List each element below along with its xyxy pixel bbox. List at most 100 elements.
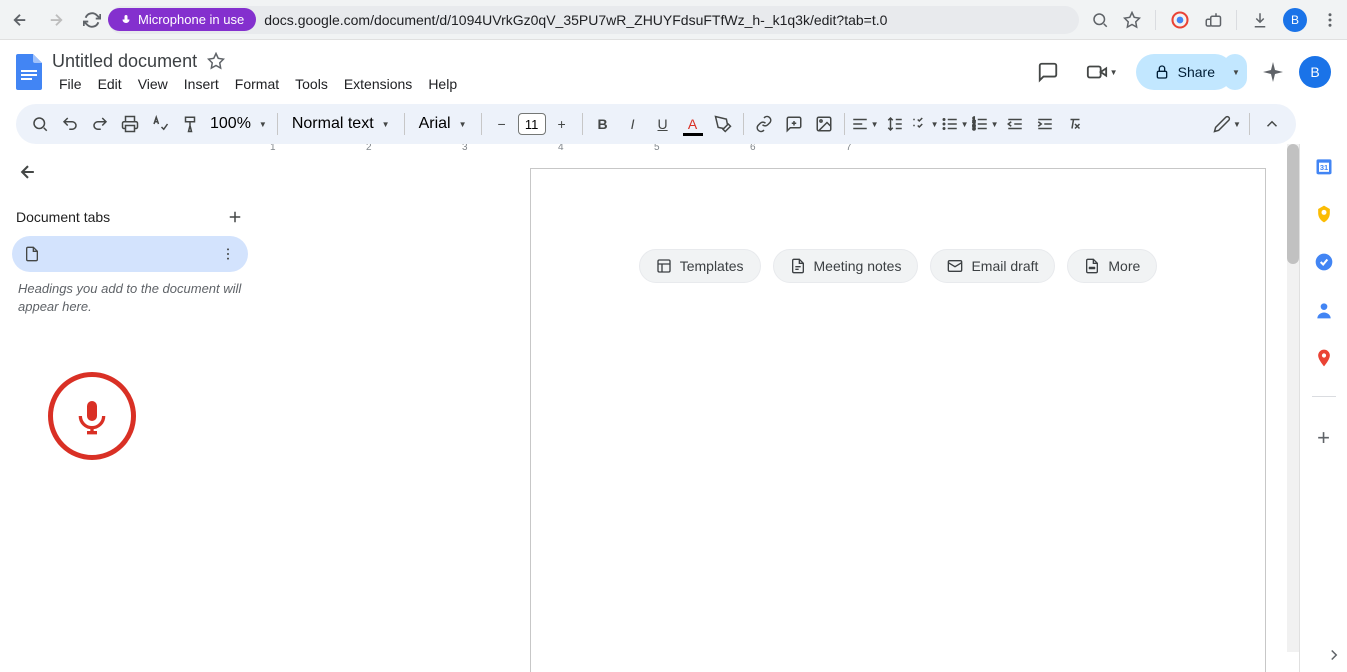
- account-avatar[interactable]: B: [1299, 56, 1331, 88]
- document-area: 1234567 Templates Meeting notes Email dr…: [260, 144, 1299, 672]
- font-select[interactable]: Arial▼: [411, 110, 475, 138]
- reload-button[interactable]: [80, 8, 104, 32]
- menu-bar: File Edit View Insert Format Tools Exten…: [52, 74, 1028, 94]
- separator: [582, 113, 583, 135]
- document-icon: [24, 246, 40, 262]
- ruler-number: 4: [558, 144, 564, 153]
- sidebar-back-button[interactable]: [12, 156, 44, 188]
- microphone-badge[interactable]: Microphone in use: [108, 8, 256, 31]
- spellcheck-button[interactable]: [146, 110, 174, 138]
- bold-button[interactable]: B: [589, 110, 617, 138]
- main-area: Document tabs Headings you add to the do…: [0, 144, 1347, 672]
- svg-text:31: 31: [1319, 163, 1327, 172]
- print-button[interactable]: [116, 110, 144, 138]
- ruler-number: 3: [462, 144, 468, 153]
- menu-help[interactable]: Help: [421, 74, 464, 94]
- decrease-font-button[interactable]: −: [488, 110, 516, 138]
- numbered-list-button[interactable]: 123▼: [971, 110, 999, 138]
- insert-link-button[interactable]: [750, 110, 778, 138]
- insert-image-button[interactable]: [810, 110, 838, 138]
- tab-more-icon[interactable]: [220, 246, 236, 262]
- text-color-button[interactable]: A: [679, 110, 707, 138]
- contacts-icon[interactable]: [1314, 300, 1334, 320]
- separator: [1249, 113, 1250, 135]
- templates-chip[interactable]: Templates: [639, 249, 761, 283]
- gemini-icon[interactable]: [1261, 60, 1285, 84]
- scrollbar-thumb[interactable]: [1287, 144, 1299, 264]
- divider: [1236, 10, 1237, 30]
- downloads-icon[interactable]: [1251, 11, 1269, 29]
- star-icon[interactable]: [207, 52, 225, 70]
- zoom-select[interactable]: 100%▼: [206, 110, 271, 138]
- zoom-icon[interactable]: [1091, 11, 1109, 29]
- search-menus-button[interactable]: [26, 110, 54, 138]
- google-apps-icon[interactable]: [1170, 10, 1190, 30]
- redo-button[interactable]: [86, 110, 114, 138]
- more-chip[interactable]: More: [1067, 249, 1157, 283]
- ruler-number: 5: [654, 144, 660, 153]
- undo-button[interactable]: [56, 110, 84, 138]
- add-comment-button[interactable]: [780, 110, 808, 138]
- email-icon: [947, 258, 963, 274]
- clear-formatting-button[interactable]: [1061, 110, 1089, 138]
- collapse-toolbar-button[interactable]: [1258, 110, 1286, 138]
- docs-logo-icon[interactable]: [16, 54, 42, 90]
- forward-button[interactable]: [44, 8, 68, 32]
- menu-view[interactable]: View: [131, 74, 175, 94]
- document-page[interactable]: Templates Meeting notes Email draft More: [530, 168, 1266, 672]
- chrome-menu-icon[interactable]: [1321, 11, 1339, 29]
- highlight-button[interactable]: [709, 110, 737, 138]
- voice-typing-widget[interactable]: [48, 372, 136, 460]
- profile-avatar[interactable]: B: [1283, 8, 1307, 32]
- menu-format[interactable]: Format: [228, 74, 286, 94]
- get-addons-button[interactable]: +: [1317, 425, 1330, 451]
- menu-extensions[interactable]: Extensions: [337, 74, 419, 94]
- font-size-input[interactable]: 11: [518, 113, 546, 135]
- browser-chrome: Microphone in use docs.google.com/docume…: [0, 0, 1347, 40]
- document-tab[interactable]: [12, 236, 248, 272]
- microphone-icon: [120, 14, 132, 26]
- underline-button[interactable]: U: [649, 110, 677, 138]
- menu-file[interactable]: File: [52, 74, 89, 94]
- divider: [1155, 10, 1156, 30]
- address-bar[interactable]: Microphone in use docs.google.com/docume…: [108, 6, 1079, 34]
- app-header: Untitled document File Edit View Insert …: [0, 40, 1347, 104]
- browser-actions: B: [1091, 8, 1339, 32]
- vertical-scrollbar[interactable]: [1287, 144, 1299, 652]
- increase-font-button[interactable]: +: [548, 110, 576, 138]
- bookmark-star-icon[interactable]: [1123, 11, 1141, 29]
- extensions-icon[interactable]: [1204, 11, 1222, 29]
- add-tab-button[interactable]: [226, 208, 244, 226]
- separator: [743, 113, 744, 135]
- share-button[interactable]: Share: [1136, 54, 1233, 90]
- keep-icon[interactable]: [1314, 204, 1334, 224]
- tasks-icon[interactable]: [1314, 252, 1334, 272]
- bulleted-list-button[interactable]: ▼: [941, 110, 969, 138]
- comments-button[interactable]: [1028, 52, 1068, 92]
- back-button[interactable]: [8, 8, 32, 32]
- email-draft-chip[interactable]: Email draft: [930, 249, 1055, 283]
- maps-icon[interactable]: [1314, 348, 1334, 368]
- meeting-notes-chip[interactable]: Meeting notes: [773, 249, 919, 283]
- horizontal-ruler[interactable]: 1234567: [260, 144, 1299, 160]
- decrease-indent-button[interactable]: [1001, 110, 1029, 138]
- checklist-button[interactable]: ▼: [911, 110, 939, 138]
- menu-insert[interactable]: Insert: [177, 74, 226, 94]
- meet-button[interactable]: ▼: [1082, 52, 1122, 92]
- ruler-number: 1: [270, 144, 276, 153]
- divider: [1312, 396, 1336, 397]
- align-button[interactable]: ▼: [851, 110, 879, 138]
- italic-button[interactable]: I: [619, 110, 647, 138]
- document-title[interactable]: Untitled document: [52, 51, 197, 72]
- editing-mode-button[interactable]: ▼: [1213, 110, 1241, 138]
- collapse-side-panel-button[interactable]: [1325, 646, 1343, 664]
- paint-format-button[interactable]: [176, 110, 204, 138]
- increase-indent-button[interactable]: [1031, 110, 1059, 138]
- menu-tools[interactable]: Tools: [288, 74, 335, 94]
- styles-select[interactable]: Normal text▼: [284, 110, 398, 138]
- calendar-icon[interactable]: 31: [1314, 156, 1334, 176]
- share-dropdown[interactable]: ▼: [1223, 54, 1247, 90]
- sidebar-title: Document tabs: [16, 209, 110, 225]
- line-spacing-button[interactable]: [881, 110, 909, 138]
- menu-edit[interactable]: Edit: [91, 74, 129, 94]
